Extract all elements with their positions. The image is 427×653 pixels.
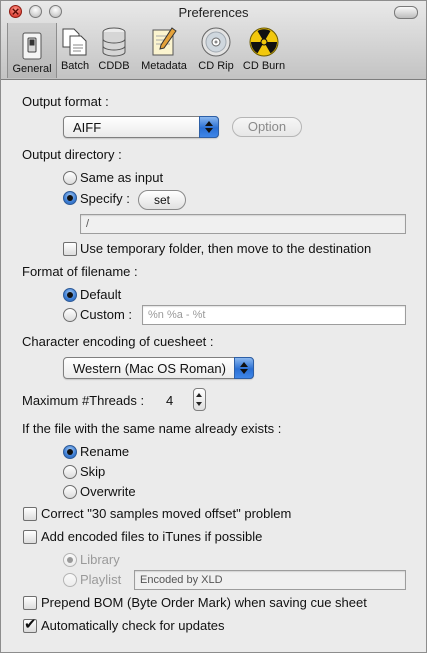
output-format-label: Output format : bbox=[22, 94, 109, 109]
playlist-radio[interactable] bbox=[63, 573, 77, 587]
default-radio[interactable] bbox=[63, 288, 77, 302]
add-itunes-checkbox[interactable] bbox=[23, 530, 37, 544]
custom-label: Custom : bbox=[80, 307, 133, 322]
chevron-updown-icon bbox=[234, 357, 254, 379]
auto-update-label: Automatically check for updates bbox=[41, 618, 225, 633]
temp-folder-label: Use temporary folder, then move to the d… bbox=[80, 241, 372, 256]
toolbar: Preferences General Batch bbox=[1, 1, 426, 80]
threads-stepper[interactable] bbox=[193, 388, 206, 411]
tab-general-label: General bbox=[12, 63, 52, 75]
tab-metadata[interactable]: Metadata bbox=[135, 23, 193, 75]
library-radio[interactable] bbox=[63, 553, 77, 567]
custom-format-input[interactable]: %n %a - %t bbox=[142, 305, 406, 325]
chevron-updown-icon bbox=[199, 116, 219, 138]
output-directory-label: Output directory : bbox=[22, 147, 122, 162]
pencil-icon bbox=[152, 27, 177, 56]
specify-radio[interactable] bbox=[63, 191, 77, 205]
same-as-input-radio[interactable] bbox=[63, 171, 77, 185]
tab-cd-burn[interactable]: CD Burn bbox=[239, 23, 289, 75]
output-path-value: / bbox=[86, 218, 90, 230]
prepend-bom-label: Prepend BOM (Byte Order Mark) when savin… bbox=[41, 595, 367, 610]
prepend-bom-checkbox[interactable] bbox=[23, 596, 37, 610]
threads-value: 4 bbox=[166, 393, 174, 408]
file-exists-label: If the file with the same name already e… bbox=[22, 421, 282, 436]
overwrite-radio[interactable] bbox=[63, 485, 77, 499]
tab-cd-rip[interactable]: CD Rip bbox=[193, 23, 239, 75]
skip-radio[interactable] bbox=[63, 465, 77, 479]
output-format-value: AIFF bbox=[73, 120, 102, 135]
set-button[interactable]: set bbox=[138, 190, 186, 210]
documents-icon bbox=[62, 28, 87, 56]
tab-cddb-label: CDDB bbox=[98, 60, 130, 72]
window-title: Preferences bbox=[178, 5, 249, 20]
playlist-label: Playlist bbox=[80, 572, 122, 587]
preferences-window: Preferences General Batch bbox=[0, 0, 427, 653]
cd-icon bbox=[201, 27, 231, 57]
playlist-name-value: Encoded by XLD bbox=[140, 574, 223, 586]
rename-radio[interactable] bbox=[63, 445, 77, 459]
tab-batch[interactable]: Batch bbox=[57, 23, 93, 75]
output-path-field: / bbox=[80, 214, 406, 234]
custom-radio[interactable] bbox=[63, 308, 77, 322]
radiation-icon bbox=[249, 27, 279, 57]
tab-metadata-label: Metadata bbox=[141, 60, 187, 72]
add-itunes-label: Add encoded files to iTunes if possible bbox=[41, 529, 263, 544]
tab-batch-label: Batch bbox=[60, 60, 90, 72]
default-label: Default bbox=[80, 287, 122, 302]
cuesheet-encoding-value: Western (Mac OS Roman) bbox=[73, 361, 226, 376]
tab-cddb[interactable]: CDDB bbox=[93, 23, 135, 75]
threads-label: Maximum #Threads : bbox=[22, 393, 145, 408]
database-icon bbox=[102, 27, 126, 57]
auto-update-checkbox[interactable] bbox=[23, 615, 37, 633]
correct-offset-label: Correct "30 samples moved offset" proble… bbox=[41, 506, 292, 521]
tab-cd-rip-label: CD Rip bbox=[198, 60, 234, 72]
tab-cd-burn-label: CD Burn bbox=[242, 60, 286, 72]
skip-label: Skip bbox=[80, 464, 106, 479]
temp-folder-checkbox[interactable] bbox=[63, 242, 77, 256]
same-as-input-label: Same as input bbox=[80, 170, 164, 185]
library-label: Library bbox=[80, 552, 120, 567]
tab-general[interactable]: General bbox=[7, 23, 57, 78]
playlist-name-field[interactable]: Encoded by XLD bbox=[134, 570, 406, 590]
custom-format-placeholder: %n %a - %t bbox=[148, 309, 206, 321]
overwrite-label: Overwrite bbox=[80, 484, 136, 499]
cuesheet-encoding-label: Character encoding of cuesheet : bbox=[22, 334, 214, 349]
cuesheet-encoding-select[interactable]: Western (Mac OS Roman) bbox=[63, 357, 254, 379]
option-button[interactable]: Option bbox=[232, 117, 302, 137]
rename-label: Rename bbox=[80, 444, 130, 459]
toolbar-items: General Batch CDDB Metadata CD Rip CD Bu… bbox=[7, 23, 289, 78]
output-format-select[interactable]: AIFF bbox=[63, 116, 219, 138]
specify-label: Specify : bbox=[80, 191, 130, 206]
filename-format-label: Format of filename : bbox=[22, 264, 138, 279]
correct-offset-checkbox[interactable] bbox=[23, 507, 37, 521]
switch-icon bbox=[22, 32, 42, 60]
toolbar-toggle-button[interactable] bbox=[394, 6, 418, 19]
